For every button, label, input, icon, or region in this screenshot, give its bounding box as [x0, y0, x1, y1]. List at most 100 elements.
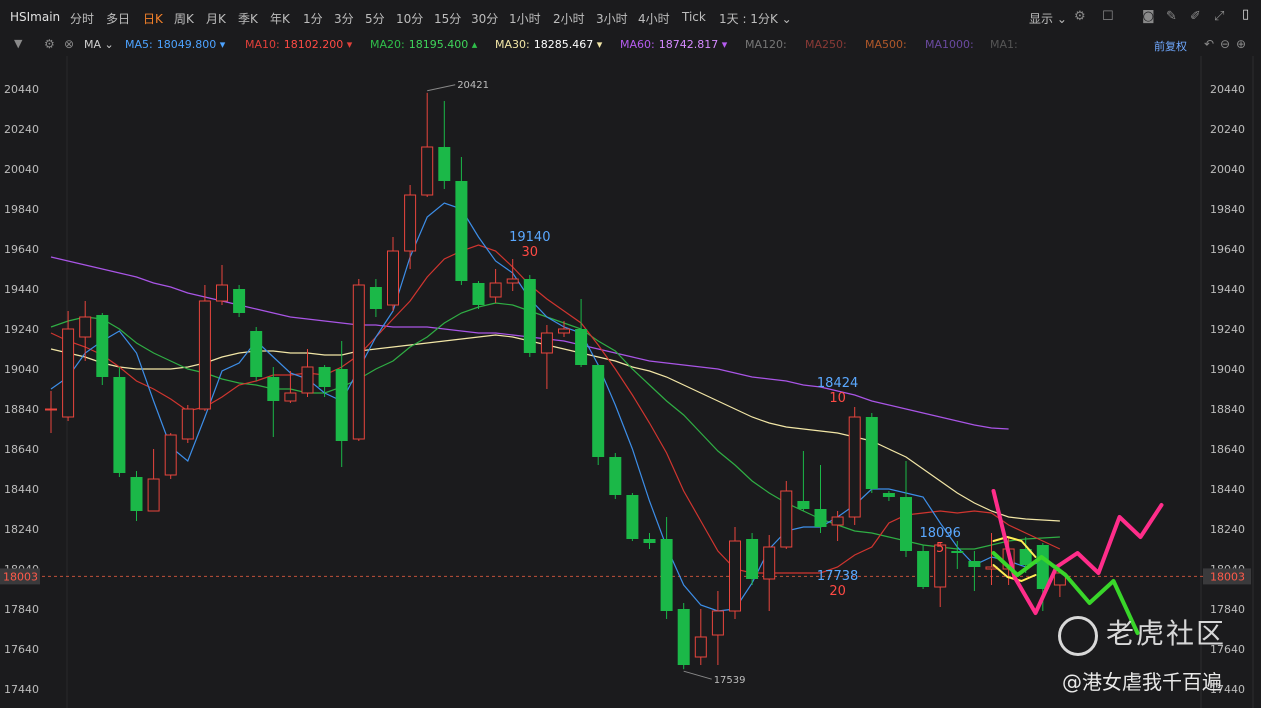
period-tab[interactable]: 日K — [143, 10, 163, 27]
period-tab[interactable]: 10分 — [396, 10, 423, 27]
candle-body — [711, 610, 724, 636]
period-tab[interactable]: 年K — [270, 10, 290, 27]
y-tick-label-left: 18440 — [4, 483, 39, 496]
panel-icon[interactable]: ▯ — [1242, 7, 1249, 22]
candlestick-chart[interactable]: 20440 20440 20240 20240 20040 20040 19840 19840… — [0, 56, 1261, 708]
close-icon[interactable]: ⊗ — [64, 37, 74, 51]
candle-body — [472, 283, 485, 305]
candle-body — [746, 539, 759, 579]
indicator-type[interactable]: MA ⌄ — [84, 38, 114, 51]
symbol-label[interactable]: HSImain — [10, 10, 60, 24]
plus-circle-icon[interactable]: ⊕ — [1236, 37, 1246, 51]
ma-legend-item[interactable]: MA10: 18102.200 ▾ — [245, 38, 352, 51]
ma-name: MA1: — [990, 38, 1018, 51]
candle-body — [831, 516, 844, 526]
tiger-logo-icon — [1058, 616, 1098, 656]
candle-body — [1036, 545, 1049, 589]
ma-legend-item[interactable]: MA1: — [990, 38, 1018, 51]
ma-value: 18195.400 — [408, 38, 469, 51]
candle-body — [404, 194, 417, 252]
period-tab[interactable]: 季K — [238, 10, 258, 27]
period-tab[interactable]: Tick — [682, 10, 706, 24]
collapse-icon[interactable]: ▼ — [14, 37, 22, 50]
ma-name: MA120: — [745, 38, 787, 51]
candle-body — [45, 408, 57, 411]
candle-body — [62, 328, 75, 418]
period-tab[interactable]: 月K — [206, 10, 226, 27]
ma-legend-item[interactable]: MA1000: — [925, 38, 974, 51]
ma-trend-arrow: ▾ — [343, 38, 353, 51]
candle-body — [387, 250, 399, 306]
y-tick-label-left: 19240 — [4, 323, 39, 336]
period-tab[interactable]: 分时 — [70, 10, 94, 27]
period-toolbar: HSImain 分时 多日 日K 周K 月K 季K 年K 1分 3分 5分 10分 15分 30分 1小时… — [0, 0, 1261, 35]
candle-body — [848, 416, 861, 518]
range-label: 1天 : 1分K — [719, 12, 778, 26]
period-tab[interactable]: 2小时 — [553, 10, 585, 27]
candle-body — [523, 279, 536, 353]
ma-name: MA5: — [125, 38, 153, 51]
period-tab[interactable]: 多日 — [106, 10, 130, 27]
ma-legend-item[interactable]: MA20: 18195.400 ▴ — [370, 38, 477, 51]
candle-body — [147, 478, 160, 512]
ma-name: MA20: — [370, 38, 405, 51]
pencil-icon[interactable]: ✐ — [1190, 9, 1201, 24]
ma-legend-item[interactable]: MA5: 18049.800 ▾ — [125, 38, 225, 51]
ma-name: MA10: — [245, 38, 280, 51]
candle-body — [164, 434, 177, 476]
candle-body — [130, 477, 143, 511]
camera-icon[interactable]: ◙ — [1142, 9, 1155, 24]
gear-icon[interactable]: ⚙ — [1074, 9, 1086, 24]
current-price-label-right: 18003 — [1210, 570, 1245, 583]
candle-body — [250, 331, 263, 377]
candle-body — [489, 282, 502, 298]
display-dropdown[interactable]: 显示 ⌄ — [1029, 10, 1067, 27]
magenta-forecast-line — [991, 489, 1164, 615]
ma-legend-item[interactable]: MA30: 18285.467 ▾ — [495, 38, 602, 51]
range-dropdown[interactable]: 1天 : 1分K ⌄ — [719, 10, 792, 27]
candle-body — [660, 539, 673, 611]
period-tab[interactable]: 30分 — [471, 10, 498, 27]
ma-trend-arrow: ▴ — [468, 38, 478, 51]
square-icon[interactable]: ☐ — [1102, 9, 1114, 24]
period-tab[interactable]: 3分 — [334, 10, 354, 27]
period-tab[interactable]: 5分 — [365, 10, 385, 27]
candle-body — [951, 551, 964, 553]
high-label: 20421 — [457, 80, 489, 91]
ma-name: MA1000: — [925, 38, 974, 51]
period-tab[interactable]: 周K — [174, 10, 194, 27]
ma-legend-item[interactable]: MA60: 18742.817 ▾ — [620, 38, 727, 51]
edit-icon[interactable]: ✎ — [1166, 9, 1177, 24]
ma-legend-item[interactable]: MA250: — [805, 38, 847, 51]
candle-body — [917, 551, 930, 587]
ma-name: MA30: — [495, 38, 530, 51]
period-tab[interactable]: 1分 — [303, 10, 323, 27]
candle-body — [216, 284, 228, 302]
candle-body — [335, 369, 348, 441]
candle-body — [609, 457, 622, 495]
ma-value: 18742.817 — [658, 38, 719, 51]
period-tab[interactable]: 4小时 — [638, 10, 670, 27]
period-tab[interactable]: 15分 — [434, 10, 461, 27]
undo-icon[interactable]: ↶ — [1204, 37, 1214, 51]
period-tab[interactable]: 3小时 — [596, 10, 628, 27]
y-tick-label-left: 19640 — [4, 243, 39, 256]
minus-circle-icon[interactable]: ⊖ — [1220, 37, 1230, 51]
ma-legend-item[interactable]: MA120: — [745, 38, 787, 51]
candle-body — [267, 377, 280, 401]
gear-icon[interactable]: ⚙ — [44, 37, 55, 51]
candle-body — [369, 287, 382, 309]
y-tick-label-left: 20440 — [4, 83, 39, 96]
ma-trend-arrow: ▾ — [718, 38, 728, 51]
candle-body — [198, 300, 211, 410]
fuquan-button[interactable]: 前复权 — [1154, 38, 1187, 54]
y-tick-label-right: 20040 — [1210, 163, 1245, 176]
fullscreen-icon[interactable]: ⤢ — [1214, 9, 1224, 24]
indicator-bar: ▼ ⚙ ⊗ MA ⌄ MA5: 18049.800 ▾ MA10: 18102.200… — [0, 34, 1261, 56]
ma-legend-item[interactable]: MA500: — [865, 38, 907, 51]
y-tick-label-right: 19440 — [1210, 283, 1245, 296]
period-tab[interactable]: 1小时 — [509, 10, 541, 27]
candle-body — [814, 509, 827, 527]
candle-body — [96, 315, 109, 377]
display-label: 显示 — [1029, 12, 1054, 26]
